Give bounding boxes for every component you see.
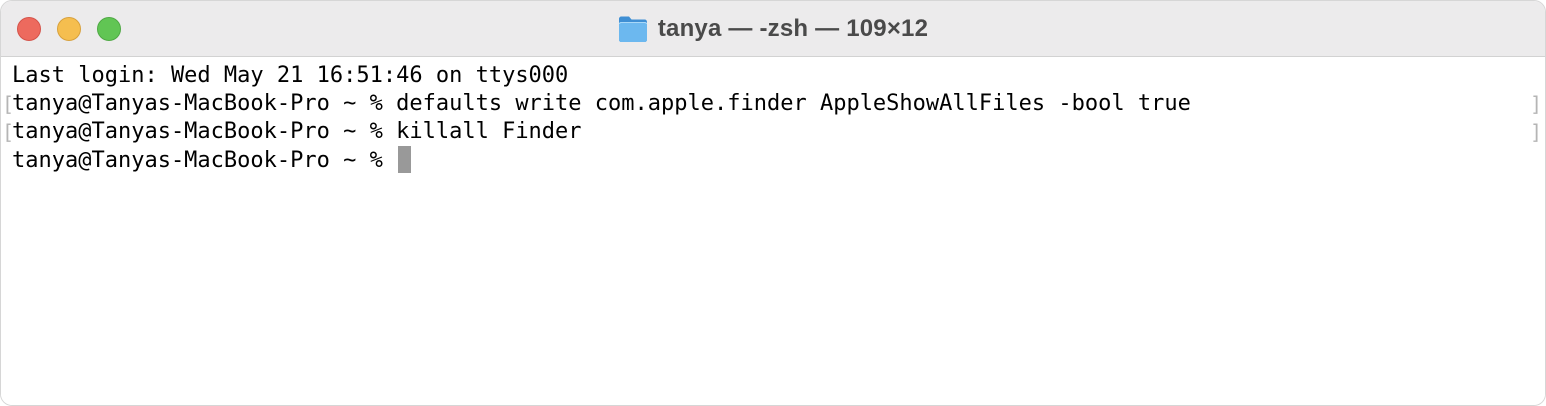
terminal-line: Last login: Wed May 21 16:51:46 on ttys0… xyxy=(12,63,569,88)
title-bar[interactable]: tanya — -zsh — 109×12 xyxy=(1,1,1545,57)
terminal-line: tanya@Tanyas-MacBook-Pro ~ % killall Fin… xyxy=(12,119,582,144)
terminal-window: tanya — -zsh — 109×12 Last login: Wed Ma… xyxy=(0,0,1546,406)
text-cursor xyxy=(398,146,412,173)
terminal-content[interactable]: Last login: Wed May 21 16:51:46 on ttys0… xyxy=(1,57,1545,405)
terminal-prompt: tanya@Tanyas-MacBook-Pro ~ % xyxy=(12,148,397,173)
window-title-group: tanya — -zsh — 109×12 xyxy=(1,1,1545,57)
terminal-prompt-line[interactable]: tanya@Tanyas-MacBook-Pro ~ % xyxy=(12,146,412,174)
terminal-line: tanya@Tanyas-MacBook-Pro ~ % defaults wr… xyxy=(12,91,1191,116)
folder-icon xyxy=(618,16,647,42)
window-title: tanya — -zsh — 109×12 xyxy=(657,15,929,42)
line-mark-right: ] xyxy=(1529,92,1542,116)
line-mark-right: ] xyxy=(1529,120,1542,144)
